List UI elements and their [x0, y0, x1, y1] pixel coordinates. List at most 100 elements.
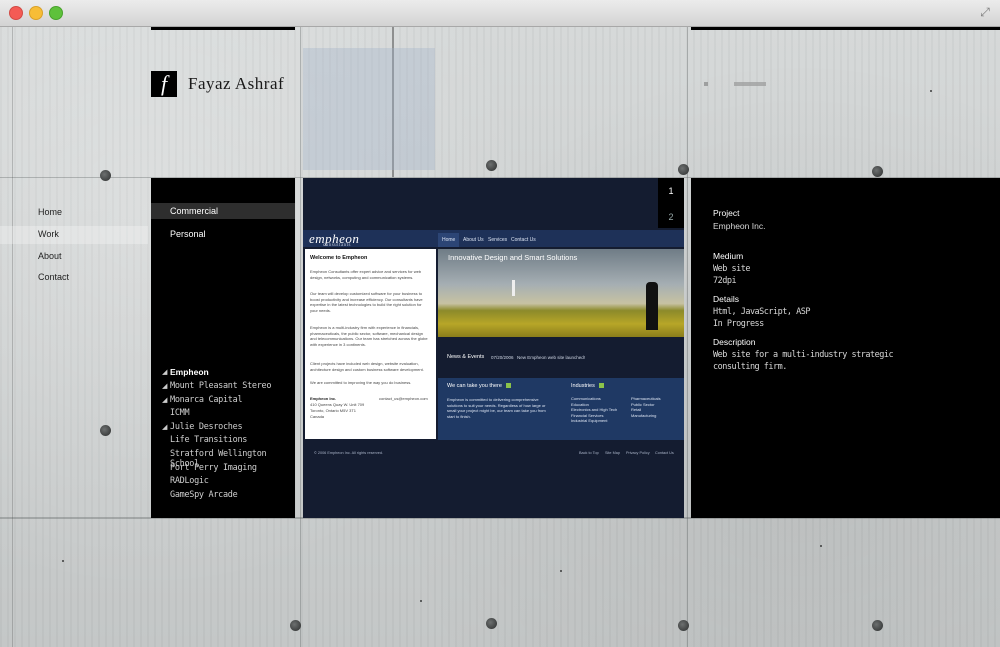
brand-name[interactable]: Fayaz Ashraf [188, 74, 284, 94]
bolt-decoration [872, 166, 883, 177]
preview-industry-item: Pharmaceuticals [631, 396, 661, 401]
detail-details-status: In Progress [713, 319, 764, 329]
preview-footer-link: Back to Top [579, 451, 599, 455]
bullet-icon: ◢ [162, 383, 168, 390]
preview-paragraph: Empheon Consultants offer expert advice … [310, 269, 422, 280]
detail-project-label: Project [713, 208, 740, 218]
preview-industry-item: Industrial Equipment [571, 418, 608, 423]
lighthouse-graphic [512, 280, 515, 296]
preview-industries-title-text: Industries [571, 383, 595, 389]
preview-footer: © 2006 Empheon Inc. All rights reserved.… [305, 448, 682, 458]
active-bullet-icon: ◢ [162, 369, 168, 376]
preview-email: contact_us@empheon.com [379, 396, 428, 401]
detail-description-line2: consulting firm. [713, 362, 787, 372]
scroll-arrow-icon[interactable] [704, 82, 766, 86]
detail-details-label: Details [713, 294, 739, 304]
project-life-transitions[interactable]: Life Transitions [170, 435, 247, 445]
preview-address-line: Toronto, Ontario M5V 3T1 [310, 408, 357, 413]
project-port-perry-imaging[interactable]: Port Perry Imaging [170, 463, 257, 473]
person-silhouette-graphic [646, 282, 658, 330]
bolt-decoration [678, 620, 689, 631]
bolt-decoration [872, 620, 883, 631]
bullet-icon: ◢ [162, 424, 168, 431]
preview-take-text: Empheon is committed to delivering compr… [447, 397, 546, 419]
preview-take-title-text: We can take you there [447, 383, 502, 389]
preview-footer-link: Contact Us [655, 451, 674, 455]
concrete-speck [62, 560, 64, 562]
preview-footer-link: Site Map [605, 451, 620, 455]
nav-about[interactable]: About [38, 251, 62, 261]
bolt-decoration [486, 160, 497, 171]
bolt-decoration [486, 618, 497, 629]
detail-medium-resolution: 72dpi [713, 276, 737, 286]
preview-take-title: We can take you there [447, 383, 511, 389]
pager-page-1[interactable]: 1 [658, 186, 684, 196]
preview-pager: 1 2 [658, 178, 684, 228]
project-radlogic[interactable]: RADLogic [170, 476, 209, 486]
minimize-window-button[interactable] [29, 6, 43, 20]
wall-seam [300, 27, 301, 647]
project-empheon[interactable]: Empheon [170, 367, 209, 377]
bullet-icon: ◢ [162, 397, 168, 404]
preview-footer-copy: © 2006 Empheon Inc. All rights reserved. [314, 451, 384, 455]
project-julie-desroches[interactable]: Julie Desroches [170, 422, 243, 432]
square-icon [598, 383, 604, 389]
preview-welcome-column: Welcome to Empheon Empheon Consultants o… [305, 249, 436, 439]
nav-contact[interactable]: Contact [38, 272, 69, 282]
square-icon [505, 383, 511, 389]
zoom-window-button[interactable] [49, 6, 63, 20]
preview-address-line: Canada [310, 414, 325, 419]
preview-paragraph: Empheon is a multi-industry firm with ex… [310, 325, 428, 347]
close-window-button[interactable] [9, 6, 23, 20]
preview-news-label: News & Events [447, 354, 485, 360]
preview-footer-link: Privacy Policy [626, 451, 650, 455]
fullscreen-icon[interactable]: ⤢ [978, 5, 992, 19]
preview-paragraph: Our team will develop customized softwar… [310, 291, 423, 313]
preview-industries-col1: Communications Education Electronics and… [571, 396, 617, 424]
category-commercial[interactable]: Commercial [151, 203, 295, 219]
detail-description-label: Description [713, 337, 756, 347]
logo-mark[interactable]: f [151, 71, 177, 97]
project-icmm[interactable]: ICMM [170, 408, 190, 418]
preview-menu-home: Home [438, 233, 460, 247]
detail-description-line1: Web site for a multi-industry strategic [713, 350, 894, 360]
bolt-decoration [290, 620, 301, 631]
window-titlebar: ⤢ [0, 0, 1000, 27]
glass-panel [303, 48, 435, 170]
preview-welcome-title: Welcome to Empheon [310, 255, 368, 261]
project-mount-pleasant-stereo[interactable]: Mount Pleasant Stereo [170, 381, 271, 391]
project-monarca-capital[interactable]: Monarca Capital [170, 395, 243, 405]
preview-hero-title: Innovative Design and Smart Solutions [448, 253, 578, 262]
detail-medium-value: Web site [713, 264, 750, 274]
logo-glyph: f [160, 71, 168, 96]
pager-page-2[interactable]: 2 [658, 212, 684, 222]
concrete-speck [820, 545, 822, 547]
bolt-decoration [678, 164, 689, 175]
concrete-speck [420, 600, 422, 602]
preview-site-logo: empheon consultants [309, 231, 359, 248]
work-category-panel: Commercial Personal ◢ Empheon ◢ Mount Pl… [151, 178, 295, 518]
preview-paragraph: We are committed to improving the way yo… [310, 380, 412, 385]
category-personal[interactable]: Personal [151, 226, 295, 242]
preview-paragraph: Client projects have included web design… [310, 361, 424, 372]
preview-news-text: New Empheon web site launched! [517, 355, 586, 360]
nav-work[interactable]: Work [38, 229, 59, 239]
preview-menu-contact: Contact Us [511, 237, 536, 243]
detail-medium-label: Medium [713, 251, 744, 261]
nav-active-highlight [0, 226, 148, 244]
preview-industries-title: Industries [571, 383, 604, 389]
preview-industry-item: Manufacturing [631, 412, 657, 418]
concrete-speck [560, 570, 562, 572]
preview-news-date: 07/20/2006 [491, 355, 514, 360]
detail-details-tech: Html, JavaScript, ASP [713, 307, 810, 317]
project-gamespy-arcade[interactable]: GameSpy Arcade [170, 490, 238, 500]
main-nav: Home Work About Contact [0, 178, 148, 518]
preview-address-line: 410 Queens Quay W. Unit 709 [310, 402, 365, 407]
nav-home[interactable]: Home [38, 207, 62, 217]
detail-project-value: Empheon Inc. [713, 221, 766, 231]
wall-seam [687, 27, 688, 647]
top-accent-bar [691, 27, 1000, 30]
top-accent-bar [151, 27, 295, 30]
preview-industries-col2: Pharmaceuticals Public Sector Retail Man… [631, 396, 661, 418]
concrete-speck [930, 90, 932, 92]
